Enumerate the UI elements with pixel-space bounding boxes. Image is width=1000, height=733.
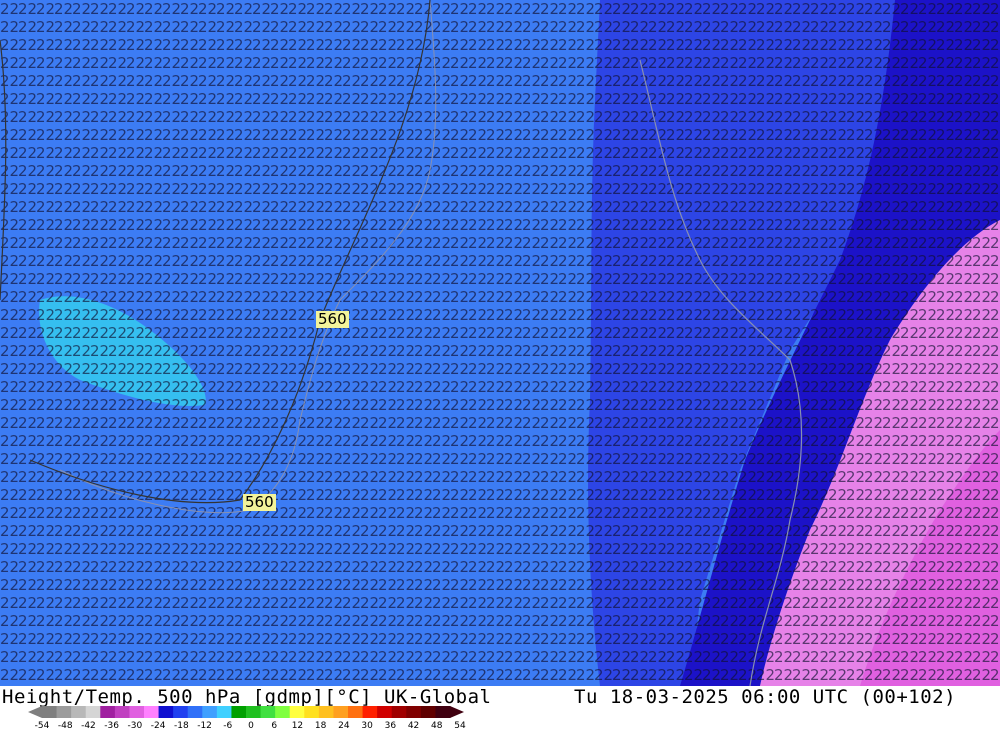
scale-tick-label: -42 xyxy=(81,721,96,731)
scale-tick-label: -12 xyxy=(197,721,212,731)
scale-swatch xyxy=(435,706,451,718)
scale-tick-label: 48 xyxy=(431,721,443,731)
scale-tick-label: 54 xyxy=(454,721,466,731)
color-scale-ticks: -54 -48 -42 -36 -30 -24 -18 -12 -6 0 6 12 18 24 30 36 42… xyxy=(30,721,470,733)
scale-swatch xyxy=(100,706,116,718)
scale-tick-label: 12 xyxy=(291,721,304,731)
scale-swatch xyxy=(333,706,349,718)
scale-arrow-right xyxy=(450,706,464,718)
contour-label: 560 xyxy=(316,310,349,328)
scale-swatch xyxy=(246,706,262,718)
scale-swatch xyxy=(260,706,276,718)
scale-swatch xyxy=(289,706,305,718)
scale-swatch xyxy=(144,706,160,718)
scale-swatch xyxy=(304,706,320,718)
scale-tick-label: -30 xyxy=(127,721,143,731)
scale-swatch xyxy=(231,706,247,718)
weather-map: 22 22 560 560 xyxy=(0,0,1000,686)
scale-tick-label: -24 xyxy=(150,721,166,731)
scale-swatch xyxy=(348,706,364,718)
scale-swatch xyxy=(85,706,101,718)
scale-swatch xyxy=(420,706,436,718)
scale-tick-label: 24 xyxy=(338,721,350,731)
scale-tick-label: -54 xyxy=(34,721,50,731)
scale-tick-label: 42 xyxy=(407,721,420,731)
scale-swatch xyxy=(391,706,407,718)
scale-swatch xyxy=(173,706,189,718)
map-canvas: 22 22 xyxy=(0,0,1000,686)
scale-swatch xyxy=(114,706,130,718)
scale-tick-label: 18 xyxy=(314,721,327,731)
scale-swatch xyxy=(216,706,232,718)
scale-tick-label: 30 xyxy=(361,721,373,731)
scale-swatch xyxy=(275,706,291,718)
color-scale-bar xyxy=(28,706,464,718)
scale-swatch xyxy=(406,706,422,718)
scale-swatch xyxy=(202,706,218,718)
scale-tick-label: -48 xyxy=(57,721,73,731)
scale-swatch xyxy=(56,706,72,718)
scale-swatch xyxy=(71,706,87,718)
scale-swatch xyxy=(362,706,378,718)
scale-swatch xyxy=(129,706,145,718)
scale-tick-label: -6 xyxy=(223,721,233,731)
scale-tick-label: 6 xyxy=(271,721,278,731)
scale-tick-label: 0 xyxy=(248,721,254,731)
scale-swatch xyxy=(187,706,203,718)
map-title: Height/Temp. 500 hPa [gdmp][°C] UK-Globa… xyxy=(2,686,492,708)
scale-swatch xyxy=(318,706,334,718)
scale-swatch xyxy=(377,706,393,718)
valid-time: Tu 18-03-2025 06:00 UTC (00+102) xyxy=(574,686,957,708)
footer: Height/Temp. 500 hPa [gdmp][°C] UK-Globa… xyxy=(0,686,1000,733)
scale-swatch xyxy=(42,706,58,718)
scale-swatch xyxy=(158,706,174,718)
number-grid xyxy=(0,0,1000,686)
scale-arrow-left xyxy=(28,706,42,718)
scale-tick-label: -18 xyxy=(173,721,189,731)
scale-tick-label: 36 xyxy=(384,721,397,731)
scale-tick-label: -36 xyxy=(104,721,120,731)
contour-label: 560 xyxy=(243,493,276,511)
